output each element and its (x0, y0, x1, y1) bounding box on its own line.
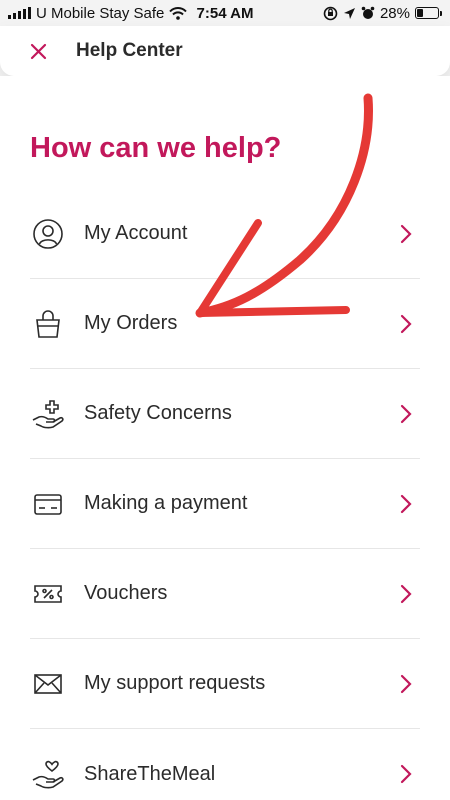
help-item-label: My support requests (84, 672, 266, 694)
page-header-title: Help Center (76, 40, 183, 61)
chevron-right-icon (400, 404, 412, 423)
main-content: How can we help? My Account My Orders Sa… (0, 76, 450, 800)
screen-rotation-lock-icon (323, 6, 338, 20)
payment-card-icon (30, 486, 66, 522)
close-button[interactable] (28, 41, 48, 61)
status-bar: U Mobile Stay Safe 7:54 AM 28% (0, 0, 450, 26)
chevron-right-icon (400, 494, 412, 513)
battery-percent: 28% (379, 4, 410, 22)
help-item-sharethemeal[interactable]: ShareTheMeal (30, 729, 420, 800)
help-item-my-support-requests[interactable]: My support requests (30, 639, 420, 729)
signal-icon (8, 7, 31, 19)
chevron-right-icon (400, 674, 412, 693)
status-bar-right: 28% (323, 5, 442, 22)
voucher-icon (30, 576, 66, 612)
help-item-label: My Account (84, 222, 188, 244)
hand-heart-icon (30, 756, 66, 792)
envelope-icon (30, 666, 66, 702)
help-item-label: My Orders (84, 312, 178, 334)
carrier-name: U Mobile Stay Safe (36, 4, 165, 22)
app-header: Help Center (0, 26, 450, 76)
help-item-label: ShareTheMeal (84, 762, 216, 785)
location-icon (343, 7, 355, 19)
help-item-label: Safety Concerns (84, 402, 232, 424)
chevron-right-icon (400, 224, 412, 243)
hand-plus-icon (30, 396, 66, 432)
status-bar-left: U Mobile Stay Safe (8, 4, 188, 22)
shopping-bag-icon (30, 306, 66, 342)
help-topic-list: My Account My Orders Safety Concerns Mak… (30, 189, 420, 800)
page-title: How can we help? (30, 132, 282, 164)
chevron-right-icon (400, 764, 412, 784)
help-item-label: Making a payment (84, 492, 248, 514)
wifi-icon (169, 6, 188, 20)
help-item-safety-concerns[interactable]: Safety Concerns (30, 369, 420, 459)
help-item-my-account[interactable]: My Account (30, 189, 420, 279)
chevron-right-icon (400, 314, 412, 333)
battery-level (417, 9, 423, 17)
account-icon (30, 216, 66, 252)
battery-icon (415, 7, 442, 19)
close-icon (30, 43, 46, 59)
help-item-label: Vouchers (84, 582, 168, 604)
help-item-my-orders[interactable]: My Orders (30, 279, 420, 369)
help-item-making-a-payment[interactable]: Making a payment (30, 459, 420, 549)
status-time: 7:54 AM (196, 4, 254, 22)
help-item-vouchers[interactable]: Vouchers (30, 549, 420, 639)
alarm-icon (361, 6, 375, 19)
chevron-right-icon (400, 584, 412, 603)
